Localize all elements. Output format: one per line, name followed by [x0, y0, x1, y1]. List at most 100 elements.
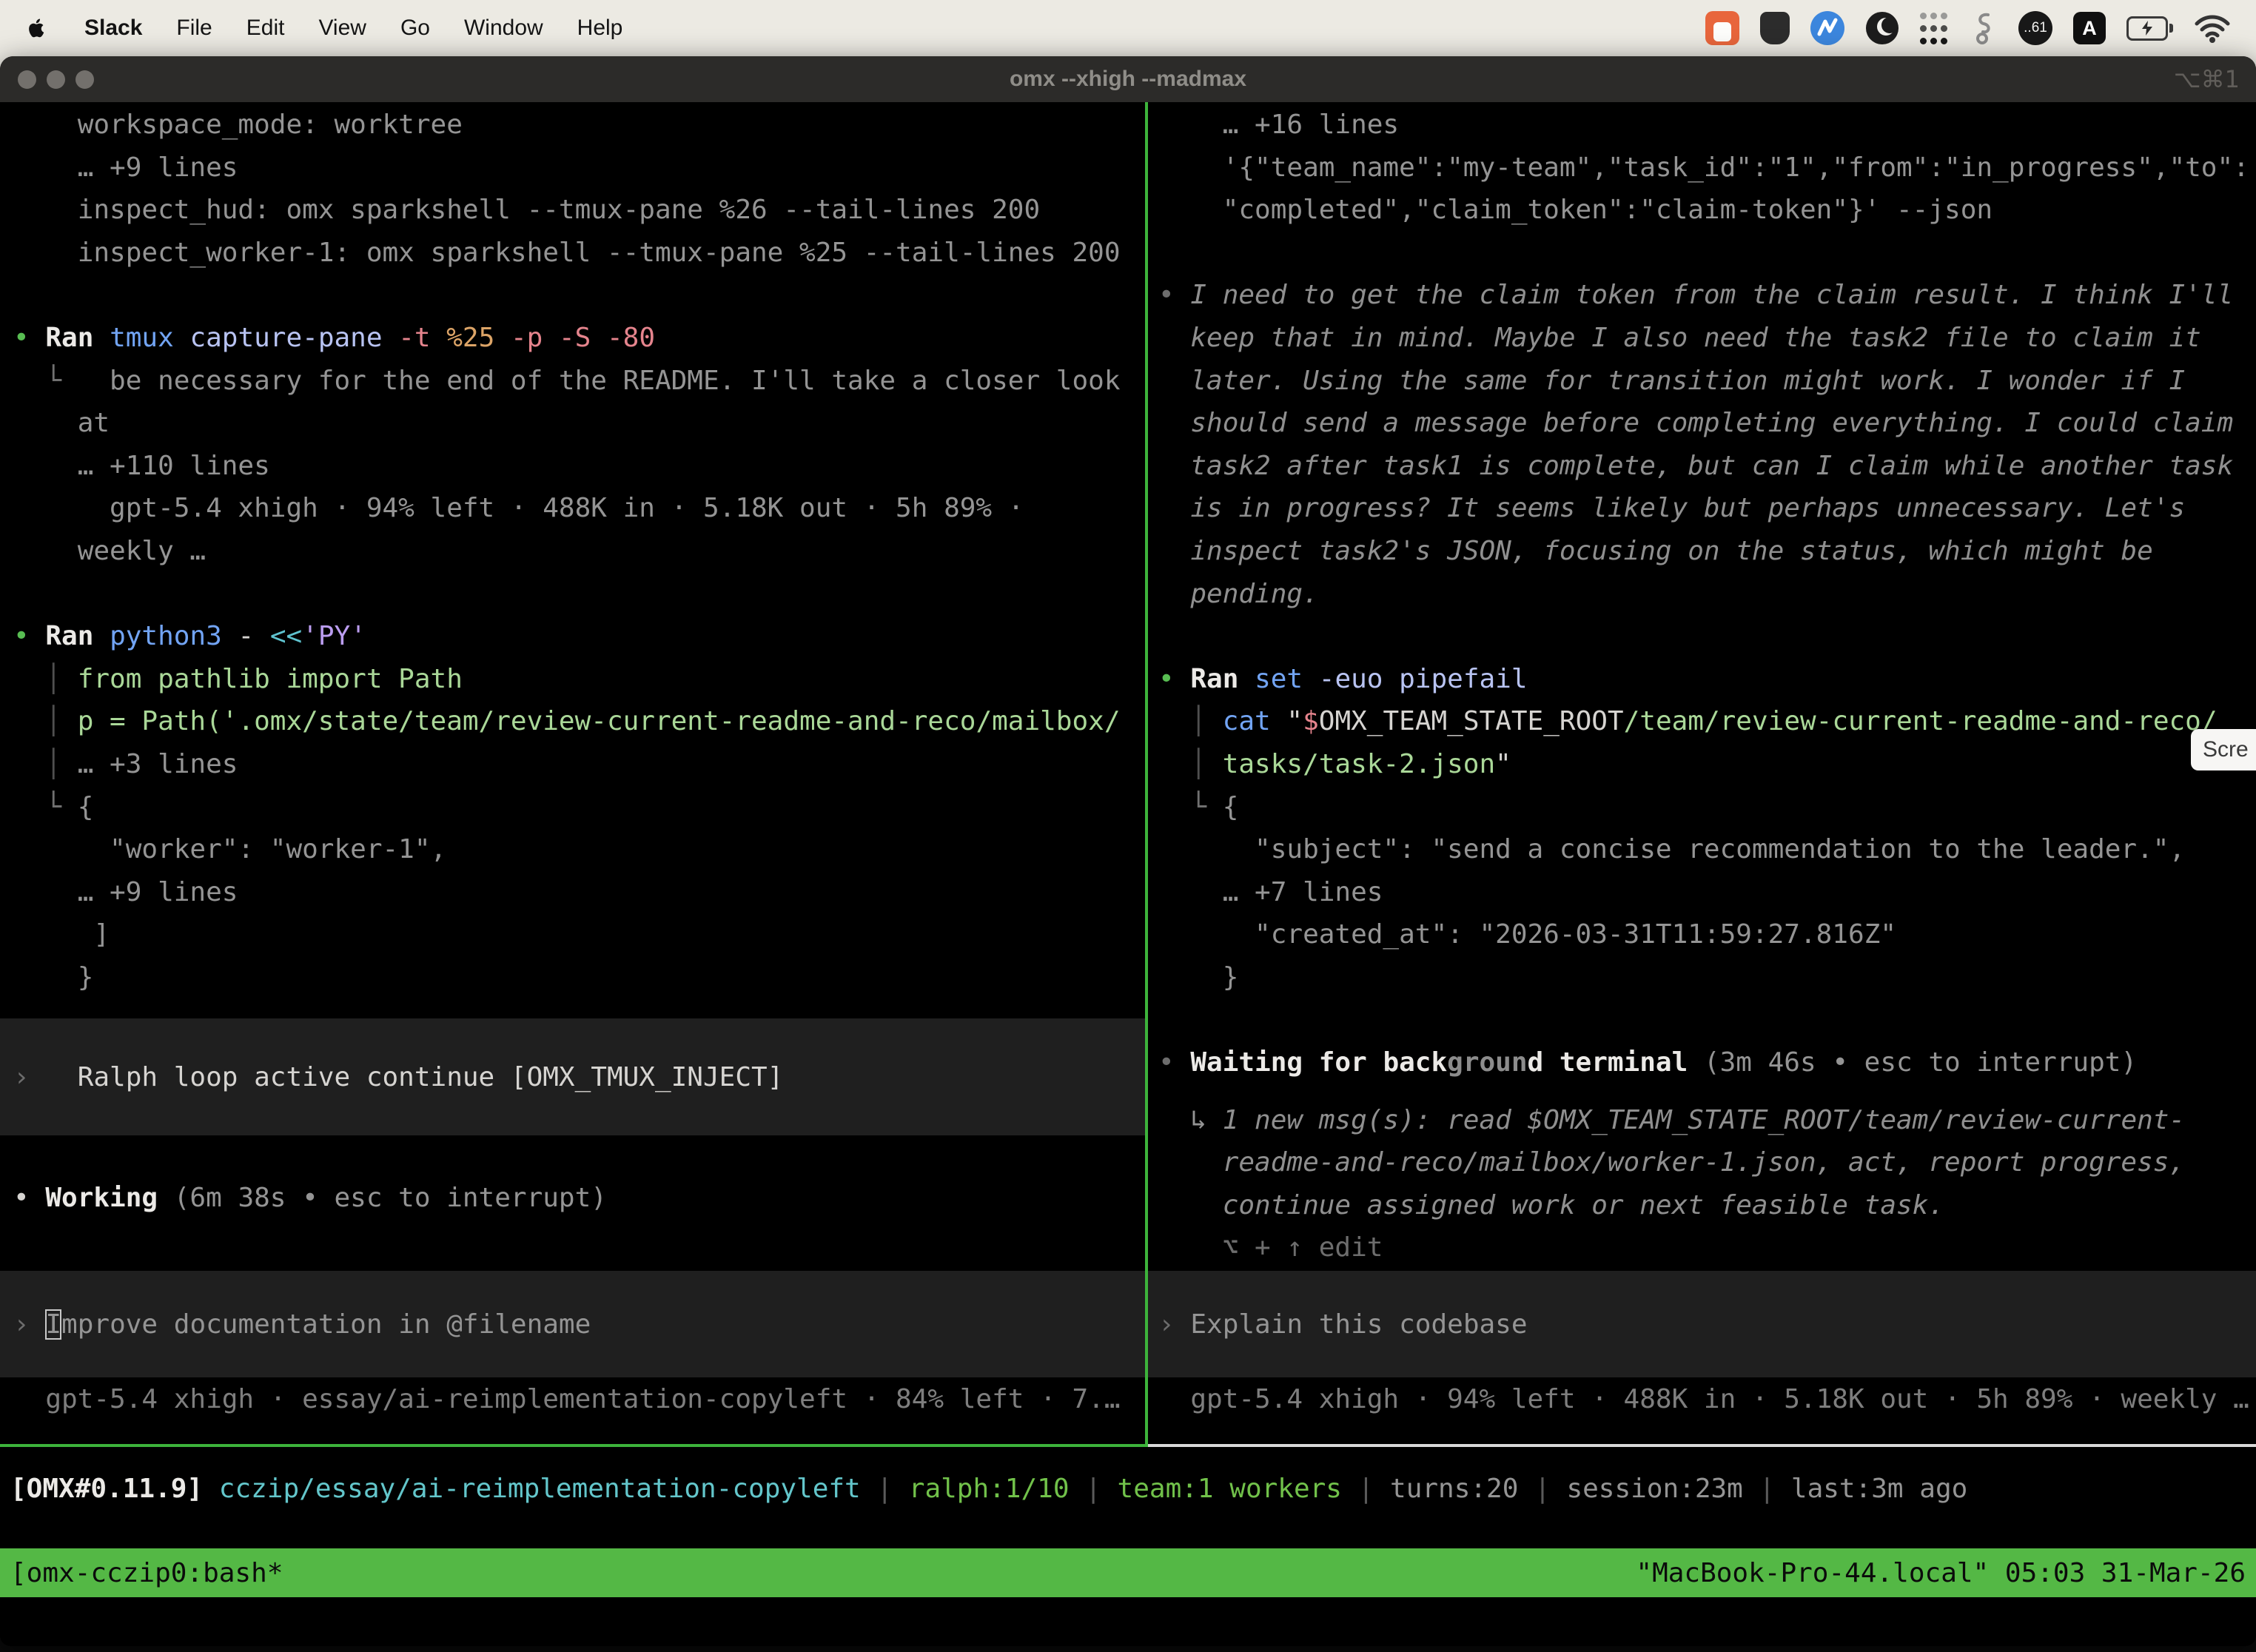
menu-item-file[interactable]: File [176, 16, 212, 41]
menu-item-view[interactable]: View [318, 16, 366, 41]
terminal-line: … +7 lines [1158, 871, 2256, 914]
window-shortcut-hint: ⌥⌘1 [2174, 65, 2240, 93]
battery-icon[interactable] [2126, 11, 2173, 45]
text-segment: | [1743, 1474, 1791, 1504]
window-titlebar[interactable]: omx --xhigh --madmax ⌥⌘1 [0, 56, 2256, 102]
text-segment: › [13, 1062, 78, 1092]
terminal-line: ⌥ + ↑ edit [1158, 1226, 2256, 1269]
text-segment: workspace_mode: worktree [13, 110, 463, 140]
terminal-line: continue assigned work or next feasible … [1158, 1184, 2256, 1227]
text-segment: session:23m [1566, 1474, 1742, 1504]
text-segment: gpt-5.4 xhigh · 94% left · 488K in · 5.1… [13, 493, 1024, 523]
terminal-line: inspect_hud: omx sparkshell --tmux-pane … [13, 189, 1145, 232]
terminal-line: • Ran tmux capture-pane -t %25 -p -S -80 [13, 317, 1145, 360]
terminal-window: omx --xhigh --madmax ⌥⌘1 workspace_mode:… [0, 56, 2256, 1646]
terminal-line: │ … +3 lines [13, 743, 1145, 786]
menu-item-go[interactable]: Go [400, 16, 430, 41]
text-segment: be necessary for the end of the README. … [110, 366, 1120, 396]
left-prompt-input[interactable]: › Improve documentation in @filename [0, 1271, 1145, 1377]
left-terminal-output: workspace_mode: worktree … +9 lines insp… [0, 102, 1145, 998]
terminal-line: │ p = Path('.omx/state/team/review-curre… [13, 700, 1145, 743]
text-segment: cczip/essay/ai-reimplementation-copyleft [219, 1474, 861, 1504]
tmux-session-name: [omx-cczip0:bash* [10, 1558, 283, 1588]
menu-item-edit[interactable]: Edit [246, 16, 285, 41]
text-segment: from pathlib import Path [78, 664, 463, 694]
menu-item-slack[interactable]: Slack [84, 16, 142, 41]
text-segment: -t [398, 323, 446, 353]
text-segment: │ [13, 664, 78, 694]
dot-grid-icon[interactable] [1920, 11, 1947, 45]
text-segment: '{"team_name":"my-team","task_id":"1","f… [1158, 152, 2249, 183]
terminal-line: │ tasks/task-2.json" [1158, 743, 2256, 786]
text-segment: -S [559, 323, 607, 353]
count-badge-icon[interactable]: ..61 [2018, 11, 2052, 45]
terminal-line: • Waiting for background terminal (3m 46… [1158, 1041, 2256, 1084]
chat-app-icon[interactable] [1705, 11, 1739, 45]
text-segment: { [78, 792, 94, 822]
terminal-line: └ { [1158, 786, 2256, 829]
terminal-line: │ from pathlib import Path [13, 658, 1145, 701]
blue-bolt-icon[interactable] [1810, 11, 1844, 45]
text-segment: • [1158, 280, 1190, 310]
terminal-line: should send a message before completing … [1158, 402, 2256, 445]
text-segment: continue assigned work or next feasible … [1158, 1190, 1944, 1220]
text-segment: | [1070, 1474, 1118, 1504]
text-segment: $ [1303, 706, 1319, 736]
terminal-line: readme-and-reco/mailbox/worker-1.json, a… [1158, 1141, 2256, 1184]
text-segment: Ran [1190, 664, 1255, 694]
crescent-icon[interactable] [1865, 11, 1899, 45]
right-terminal-pane[interactable]: … +16 lines '{"team_name":"my-team","tas… [1148, 102, 2256, 1447]
terminal-line: └ be necessary for the end of the README… [13, 360, 1145, 403]
text-segment: readme-and-reco/mailbox/worker-1.json, a… [1158, 1147, 2185, 1178]
text-segment: … +110 lines [13, 451, 270, 481]
terminal-line: is in progress? It seems likely but perh… [1158, 487, 2256, 530]
terminal-line: pending. [1158, 573, 2256, 616]
terminal-line: ] [13, 913, 1145, 956]
wifi-icon[interactable] [2194, 11, 2231, 45]
text-segment: "created_at": "2026-03-31T11:59:27.816Z" [1158, 919, 1896, 950]
apple-icon[interactable] [25, 13, 50, 43]
terminal-line: • I need to get the claim token from the… [1158, 274, 2256, 317]
screen: { "menu_bar": { "items": ["Slack", "File… [0, 0, 2256, 1652]
text-segment: | [1342, 1474, 1390, 1504]
s-hook-icon[interactable] [1968, 11, 1998, 45]
left-terminal-pane[interactable]: workspace_mode: worktree … +9 lines insp… [0, 102, 1145, 1447]
text-segment: … +3 lines [78, 749, 238, 779]
text-segment: should send a message before completing … [1158, 408, 2233, 438]
screen-edge-tooltip: Scre [2191, 729, 2256, 770]
menu-item-help[interactable]: Help [577, 16, 623, 41]
text-segment: keep that in mind. Maybe I also need the… [1158, 323, 2201, 353]
terminal-line [1158, 998, 2256, 1041]
text-segment: python3 [110, 621, 238, 651]
tmux-panes: workspace_mode: worktree … +9 lines insp… [0, 102, 2256, 1447]
terminal-line: } [13, 956, 1145, 999]
text-segment: 1 new msg(s): read $OMX_TEAM_STATE_ROOT/… [1223, 1105, 2185, 1135]
text-segment: last:3m ago [1791, 1474, 1967, 1504]
text-segment: • [1158, 664, 1190, 694]
text-segment: " [1286, 706, 1303, 736]
terminal-line: keep that in mind. Maybe I also need the… [1158, 317, 2256, 360]
terminal-line [1158, 615, 2256, 658]
text-segment: Waiting for back [1190, 1047, 1447, 1078]
terminal-line: … +9 lines [13, 871, 1145, 914]
prompt-chevron: › [13, 1309, 45, 1340]
text-segment: team:1 workers [1118, 1474, 1342, 1504]
terminal-line: task2 after task1 is complete, but can I… [1158, 445, 2256, 488]
text-segment: - [238, 621, 269, 651]
text-segment: Working [45, 1183, 173, 1213]
right-prompt-input[interactable]: › Explain this codebase [1148, 1271, 2256, 1377]
text-segment: "completed","claim_token":"claim-token"}… [1158, 195, 1993, 225]
text-segment: { [1223, 792, 1239, 822]
text-segment: turns:20 [1390, 1474, 1518, 1504]
a-app-icon[interactable]: A [2073, 12, 2106, 44]
shield-grid-icon[interactable] [1760, 12, 1790, 44]
text-segment: p = Path('.omx/state/team/review-current… [78, 706, 1121, 736]
text-segment: … +9 lines [13, 877, 238, 907]
terminal-line: … +16 lines [1158, 104, 2256, 147]
terminal-line [1158, 1084, 2256, 1099]
terminal-line: gpt-5.4 xhigh · 94% left · 488K in · 5.1… [13, 487, 1145, 530]
terminal-line: ↳ 1 new msg(s): read $OMX_TEAM_STATE_ROO… [1158, 1099, 2256, 1142]
menu-item-window[interactable]: Window [464, 16, 543, 41]
tmux-host-clock: "MacBook-Pro-44.local" 05:03 31-Mar-26 [1636, 1558, 2246, 1588]
right-model-status-line: gpt-5.4 xhigh · 94% left · 488K in · 5.1… [1148, 1384, 2249, 1414]
